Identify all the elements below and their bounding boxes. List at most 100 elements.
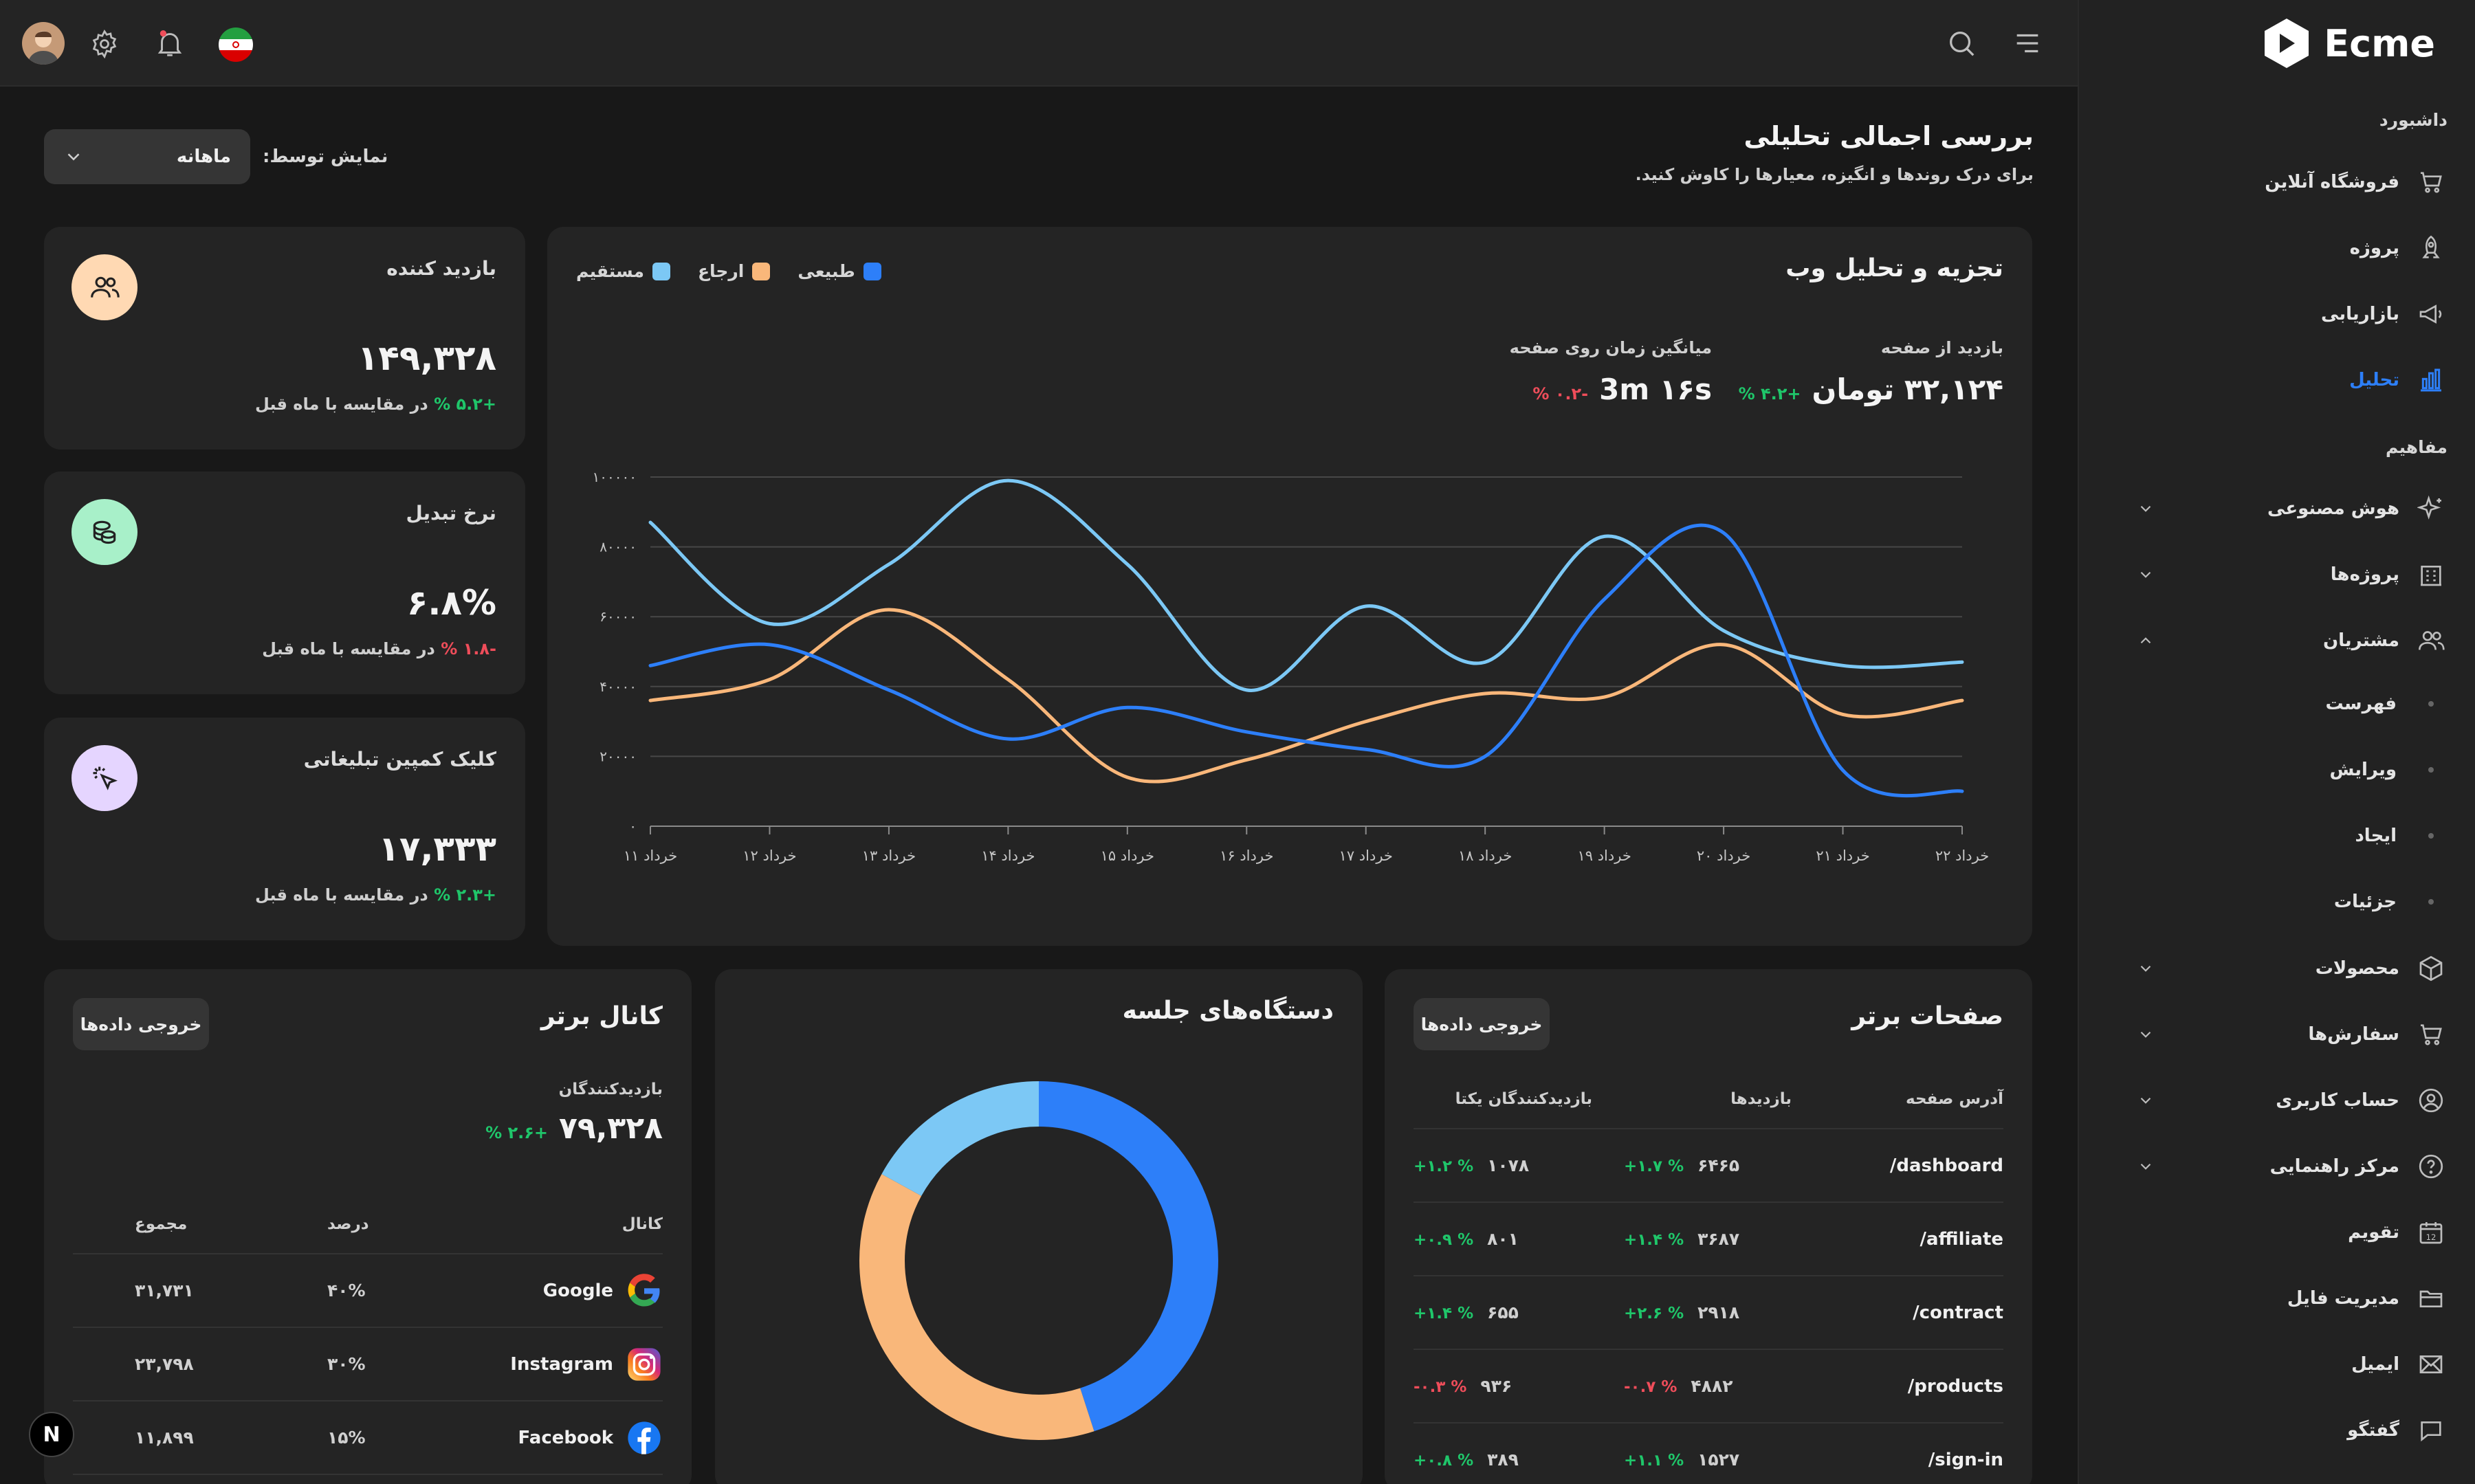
table-row[interactable]: -۰.۳ % ۹۳۶ -۰.۷ % ۴۸۸۲/products: [1414, 1349, 2003, 1424]
channel-total: ۲۳,۷۹۸: [73, 1327, 279, 1402]
table-row[interactable]: ۱۱,۸۹۹ ۱۵% Facebook: [73, 1401, 663, 1475]
sidebar-item-label: بازاریابی: [2321, 304, 2399, 324]
bullet-dot: [2428, 833, 2434, 839]
views-cell: +۱.۷ % ۶۴۶۵: [1620, 1129, 1819, 1203]
avg-time-change: -۰.۲ %: [1532, 384, 1589, 403]
page-subtitle: برای درک روندها و انگیزه، معیارها را کاو…: [1635, 165, 2034, 184]
views-change: -۰.۷ %: [1624, 1378, 1678, 1396]
web-analytics-line-chart: ۰ ۲۰۰۰۰ ۴۰۰۰۰ ۶۰۰۰۰ ۸۰۰۰۰ ۱۰۰۰۰۰ خرداد ۱۱ خرداد…: [593, 469, 1990, 864]
legend-swatch: [652, 262, 670, 280]
chevron-down-icon: [2137, 960, 2155, 977]
calendar-icon: 12: [2414, 1216, 2448, 1249]
logo-mark-icon: [2265, 19, 2309, 68]
chevron-up-icon: [2137, 632, 2155, 650]
channel-percent: ۴۰%: [279, 1254, 458, 1328]
x-tick-label: خرداد ۱۵: [1101, 848, 1154, 864]
avatar[interactable]: [22, 22, 65, 65]
sidebar-item-projects[interactable]: پروژه‌ها: [2106, 551, 2448, 599]
views-cell: +۱.۴ % ۳۶۸۷: [1620, 1202, 1819, 1276]
y-tick-label: ۰: [629, 818, 637, 834]
views-cell: +۲.۶ % ۲۹۱۸: [1620, 1276, 1819, 1350]
sidebar-item-analytics[interactable]: تحلیل: [2106, 356, 2448, 404]
channel-cell: Instagram: [458, 1327, 663, 1402]
sidebar-subitem-list[interactable]: فهرست: [2106, 683, 2448, 724]
cart-icon: [2414, 166, 2448, 199]
session-devices-card: دستگاه‌های جلسه: [715, 969, 1363, 1484]
sidebar-item-label: گفتگو: [2347, 1420, 2399, 1441]
x-tick-label: خرداد ۱۳: [862, 848, 916, 864]
gear-icon[interactable]: [89, 29, 120, 59]
sidebar-subitem-label: ویرایش: [2329, 760, 2397, 780]
brand-logo[interactable]: Ecme: [2259, 15, 2435, 71]
sidebar-item-calendar[interactable]: 12 تقویم: [2106, 1208, 2448, 1256]
table-row[interactable]: +۱.۴ % ۶۵۵ +۲.۶ % ۲۹۱۸/contract: [1414, 1276, 2003, 1350]
sidebar-subitem-details[interactable]: جزئیات: [2106, 881, 2448, 922]
top-channel-export-button[interactable]: خروجی داده‌ها: [73, 998, 209, 1050]
sidebar-item-label: هوش مصنوعی: [2267, 498, 2399, 519]
legend-item-direct[interactable]: مستقیم: [576, 261, 670, 281]
chevron-down-icon: [63, 146, 84, 167]
folder-icon: [2414, 1282, 2448, 1315]
sidebar-item-file-manager[interactable]: مدیریت فایل: [2106, 1274, 2448, 1322]
floating-n-button[interactable]: N: [29, 1412, 74, 1457]
search-icon[interactable]: [1946, 27, 1977, 59]
sidebar-section-dashboard: داشبورد: [2379, 110, 2448, 130]
legend-item-referral[interactable]: ارجاع: [698, 261, 771, 281]
sparkle-icon: [2414, 492, 2448, 525]
flag-iran-icon[interactable]: [219, 27, 253, 62]
facebook-icon: [626, 1419, 663, 1457]
series-line: [648, 523, 1964, 798]
sidebar-item-label: مدیریت فایل: [2287, 1288, 2399, 1309]
page-title: بررسی اجمالی تحلیلی: [1744, 121, 2034, 151]
sidebar-item-email[interactable]: ایمیل: [2106, 1340, 2448, 1388]
x-tick-label: خرداد ۱۹: [1577, 848, 1631, 864]
channel-percent: ۱۵%: [279, 1401, 458, 1475]
page-views-label: بازدید از صفحه: [1880, 338, 2003, 357]
sidebar-item-customers[interactable]: مشتریان: [2106, 617, 2448, 665]
sidebar-subitem-label: ایجاد: [2355, 826, 2397, 846]
table-row[interactable]: ۲۳,۷۹۸ ۳۰% Instagram: [73, 1327, 663, 1402]
building-icon: [2414, 558, 2448, 591]
legend-item-organic[interactable]: طبیعی: [798, 261, 881, 281]
sidebar-subitem-edit[interactable]: ویرایش: [2106, 749, 2448, 790]
visitors-label: بازدیدکنندگان: [558, 1081, 663, 1098]
calendar-badge: 12: [2426, 1232, 2436, 1242]
show-by-select[interactable]: ماهانه: [44, 129, 250, 184]
table-row[interactable]: +۰.۸ % ۳۸۹ +۱.۱ % ۱۵۲۷/sign-in: [1414, 1423, 2003, 1484]
x-tick-label: خرداد ۲۲: [1935, 848, 1989, 864]
top-pages-export-button[interactable]: خروجی داده‌ها: [1414, 998, 1550, 1050]
stat-label: نرخ تبدیل: [406, 502, 496, 524]
users-icon: [2414, 624, 2448, 657]
unique-change: +۱.۴ %: [1414, 1305, 1474, 1322]
unique-visitors-cell: -۰.۳ % ۹۳۶: [1414, 1349, 1620, 1424]
sidebar-item-orders[interactable]: سفارش‌ها: [2106, 1010, 2448, 1059]
unique-change: +۱.۲ %: [1414, 1158, 1474, 1175]
bell-icon[interactable]: [154, 27, 186, 59]
y-tick-label: ۶۰۰۰۰: [600, 608, 637, 625]
table-row[interactable]: +۱.۲ % ۱۰۷۸ +۱.۷ % ۶۴۶۵/dashboard: [1414, 1129, 2003, 1203]
table-row[interactable]: ۳۱,۷۳۱ ۴۰% Google: [73, 1254, 663, 1328]
rocket-icon: [2414, 232, 2448, 265]
show-by-label: نمایش توسط:: [263, 146, 388, 167]
visitors-kpi: ۷۹,۳۲۸ +۲.۶ %: [485, 1111, 663, 1146]
sidebar-item-account[interactable]: حساب کاربری: [2106, 1076, 2448, 1125]
sidebar-item-ai[interactable]: هوش مصنوعی: [2106, 485, 2448, 533]
sidebar-item-chat[interactable]: گفتگو: [2106, 1406, 2448, 1454]
sidebar-item-help-center[interactable]: مرکز راهنمایی: [2106, 1142, 2448, 1190]
stat-value: ۱۴۹,۳۲۸: [357, 338, 496, 378]
table-row[interactable]: +۰.۹ % ۸۰۱ +۱.۴ % ۳۶۸۷/affiliate: [1414, 1202, 2003, 1276]
stat-compare: +۵.۲ % در مقایسه با ماه قبل: [255, 395, 496, 414]
avg-time-value: 3m ۱۶s: [1599, 373, 1712, 406]
sidebar-subitem-create[interactable]: ایجاد: [2106, 815, 2448, 856]
top-bar: [0, 0, 2078, 87]
sidebar-item-marketing[interactable]: بازاریابی: [2106, 290, 2448, 338]
views-change: +۱.۷ %: [1624, 1158, 1684, 1175]
sidebar-item-online-store[interactable]: فروشگاه آنلاین: [2106, 158, 2448, 206]
sidebar-item-project[interactable]: پروژه: [2106, 224, 2448, 272]
box-icon: [2414, 952, 2448, 985]
cart-icon: [2414, 1018, 2448, 1051]
unique-visitors-cell: +۱.۴ % ۶۵۵: [1414, 1276, 1620, 1350]
menu-icon[interactable]: [2012, 27, 2043, 59]
legend-label: طبیعی: [798, 261, 855, 281]
sidebar-item-products[interactable]: محصولات: [2106, 944, 2448, 993]
